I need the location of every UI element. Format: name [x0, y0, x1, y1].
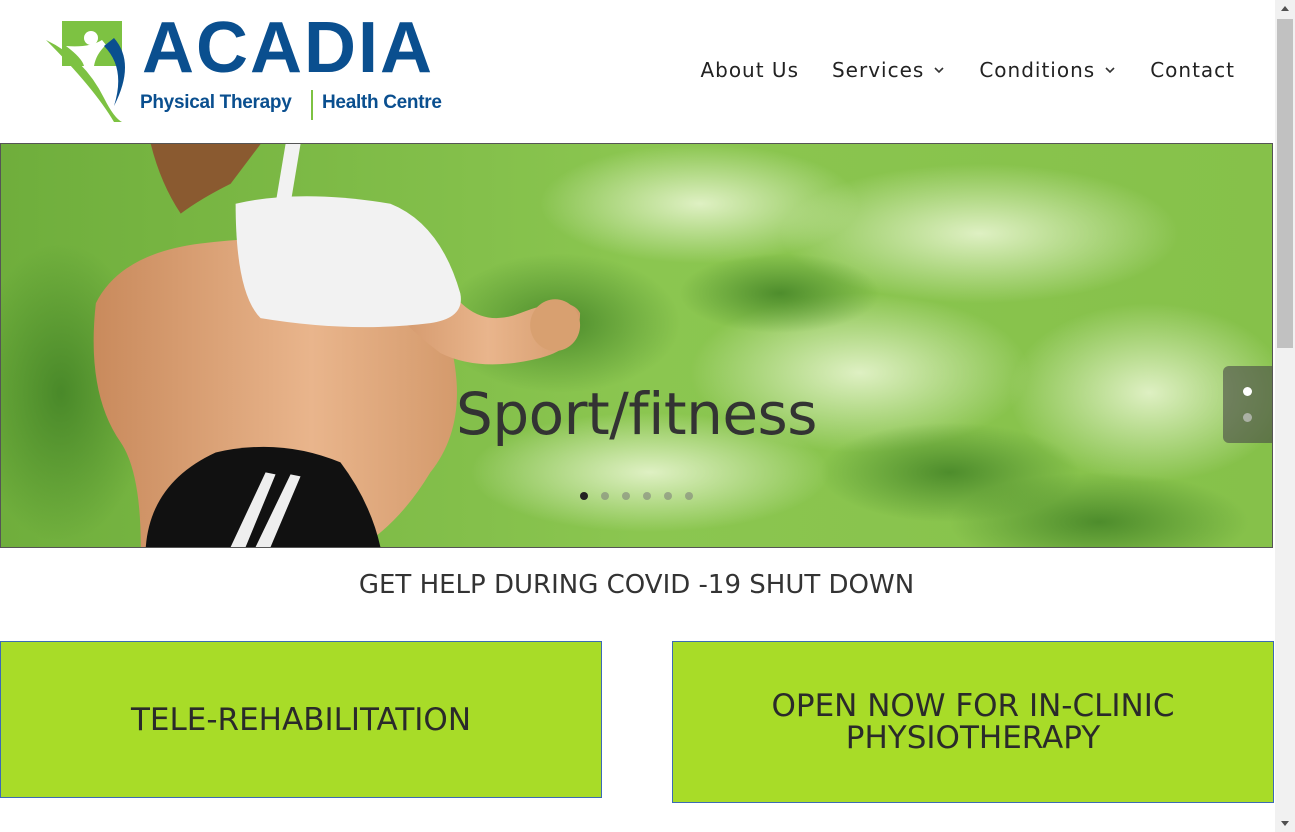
chevron-down-icon: [934, 67, 944, 74]
in-clinic-physiotherapy-button[interactable]: OPEN NOW FOR IN-CLINIC PHYSIOTHERAPY: [672, 641, 1274, 803]
nav-item-about-us[interactable]: About Us: [700, 58, 799, 82]
cta-label: OPEN NOW FOR IN-CLINIC PHYSIOTHERAPY: [771, 688, 1175, 756]
side-nav-dot[interactable]: [1243, 387, 1252, 396]
slider-dot[interactable]: [664, 492, 672, 500]
nav-item-conditions[interactable]: Conditions: [979, 58, 1117, 82]
slider-pagination: [1, 492, 1272, 500]
slider-dot[interactable]: [580, 492, 588, 500]
logo-wordmark: ACADIA: [142, 8, 434, 88]
section-side-nav: [1223, 366, 1272, 443]
covid-heading: GET HELP DURING COVID -19 SHUT DOWN: [358, 570, 915, 600]
nav-item-contact[interactable]: Contact: [1150, 58, 1235, 82]
runner-logo-icon: [46, 21, 125, 122]
scroll-down-arrow-icon[interactable]: [1275, 815, 1295, 832]
page-scrollbar[interactable]: [1275, 0, 1295, 832]
slider-dot[interactable]: [685, 492, 693, 500]
site-header: ACADIA Physical Therapy Health Centre Ab…: [0, 0, 1275, 143]
nav-item-services[interactable]: Services: [832, 58, 946, 82]
nav-label: Conditions: [979, 58, 1096, 82]
logo-divider: [311, 90, 313, 120]
nav-label: Contact: [1150, 58, 1235, 82]
tele-rehabilitation-button[interactable]: TELE-REHABILITATION: [0, 641, 602, 798]
chevron-down-icon: [1105, 67, 1115, 74]
side-nav-dot[interactable]: [1243, 413, 1252, 422]
main-nav: About Us Services Conditions Contact: [667, 58, 1235, 82]
slide-title: Sport/fitness: [456, 380, 817, 448]
logo-subtitle-left: Physical Therapy: [140, 92, 292, 113]
slider-dot[interactable]: [601, 492, 609, 500]
site-logo[interactable]: ACADIA Physical Therapy Health Centre: [44, 12, 464, 126]
hero-image: [1, 144, 1272, 547]
scrollbar-thumb[interactable]: [1277, 19, 1293, 348]
scroll-up-arrow-icon[interactable]: [1275, 0, 1295, 17]
logo-subtitle-right: Health Centre: [322, 92, 442, 113]
slider-dot[interactable]: [622, 492, 630, 500]
nav-label: Services: [831, 58, 925, 82]
cta-label: TELE-REHABILITATION: [130, 701, 472, 738]
slider-dot[interactable]: [643, 492, 651, 500]
hero-slider[interactable]: Sport/fitness: [0, 143, 1273, 548]
nav-label: About Us: [700, 58, 799, 82]
